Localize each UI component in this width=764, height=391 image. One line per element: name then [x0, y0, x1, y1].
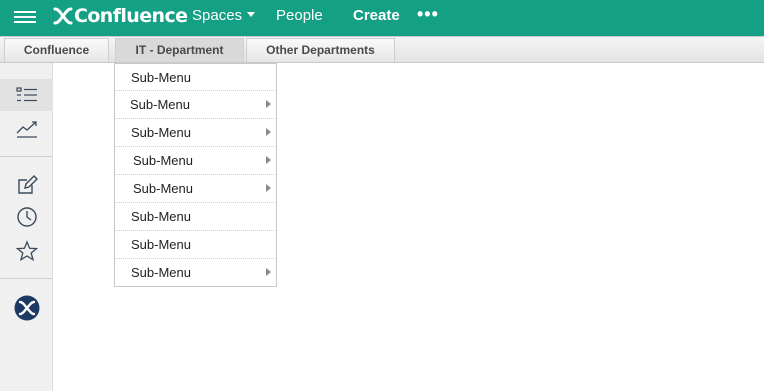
tab-confluence[interactable]: Confluence: [4, 38, 109, 62]
it-department-dropdown-menu: Sub-Menu Sub-Menu Sub-Menu Sub-Menu Sub-…: [114, 63, 277, 287]
hamburger-menu-icon[interactable]: [14, 8, 36, 26]
menu-item-label: Sub-Menu: [131, 265, 191, 280]
tab-it-department[interactable]: IT - Department: [115, 38, 244, 62]
dropdown-menu-item[interactable]: Sub-Menu: [115, 147, 276, 175]
menu-item-label: Sub-Menu: [131, 70, 191, 85]
list-icon[interactable]: [0, 79, 53, 111]
menu-item-label: Sub-Menu: [131, 209, 191, 224]
dropdown-menu-item[interactable]: Sub-Menu: [115, 91, 276, 119]
dropdown-menu-item[interactable]: Sub-Menu: [115, 203, 276, 231]
clock-icon[interactable]: [0, 201, 53, 233]
confluence-x-icon: [53, 7, 73, 25]
menu-item-label: Sub-Menu: [133, 181, 193, 196]
dropdown-menu-item[interactable]: Sub-Menu: [115, 64, 276, 91]
sidebar-divider: [0, 278, 53, 279]
menu-item-label: Sub-Menu: [131, 237, 191, 252]
submenu-arrow-icon: [266, 156, 271, 164]
edit-icon[interactable]: [0, 169, 53, 201]
trend-chart-icon[interactable]: [0, 113, 53, 145]
submenu-arrow-icon: [266, 184, 271, 192]
confluence-logo-icon[interactable]: [0, 292, 53, 324]
dropdown-menu-item[interactable]: Sub-Menu: [115, 119, 276, 147]
nav-people-link[interactable]: People: [276, 7, 323, 24]
confluence-logo[interactable]: Confluence: [53, 4, 188, 28]
nav-spaces-label: Spaces: [192, 7, 243, 24]
nav-spaces-dropdown[interactable]: Spaces: [192, 7, 256, 24]
menu-item-label: Sub-Menu: [133, 153, 193, 168]
chevron-down-icon: [247, 12, 256, 17]
submenu-arrow-icon: [266, 100, 271, 108]
submenu-arrow-icon: [266, 128, 271, 136]
dropdown-menu-item[interactable]: Sub-Menu: [115, 259, 276, 287]
space-tab-bar: Confluence IT - Department Other Departm…: [0, 36, 764, 63]
star-icon[interactable]: [0, 235, 53, 267]
submenu-arrow-icon: [266, 268, 271, 276]
dropdown-menu-item[interactable]: Sub-Menu: [115, 231, 276, 259]
menu-item-label: Sub-Menu: [130, 97, 190, 112]
more-options-icon[interactable]: •••: [417, 4, 439, 25]
logo-text: Confluence: [74, 5, 188, 27]
tab-other-departments[interactable]: Other Departments: [246, 38, 395, 62]
menu-item-label: Sub-Menu: [131, 125, 191, 140]
sidebar-divider: [0, 156, 53, 157]
dropdown-menu-item[interactable]: Sub-Menu: [115, 175, 276, 203]
create-button[interactable]: Create: [353, 7, 400, 24]
top-header: Confluence Spaces People Create •••: [0, 0, 764, 36]
left-sidebar: [0, 63, 53, 391]
